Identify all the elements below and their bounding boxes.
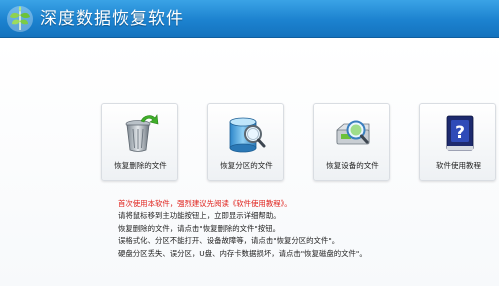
recover-deleted-files-button[interactable]: 恢复删除的文件 bbox=[101, 103, 178, 181]
app-logo-icon bbox=[7, 6, 33, 32]
tile-label: 恢复设备的文件 bbox=[326, 161, 379, 170]
help-tips: 首次使用本软件，强烈建议先阅读《软件使用教程》。 请将鼠标移到主功能按钮上，立即… bbox=[118, 198, 478, 260]
tip-line: 误格式化、分区不能打开、设备故障等，请点击"恢复分区的文件"。 bbox=[118, 236, 340, 246]
tile-label: 软件使用教程 bbox=[436, 161, 481, 170]
recover-partition-files-button[interactable]: 恢复分区的文件 bbox=[207, 103, 284, 181]
recover-device-files-button[interactable]: 恢复设备的文件 bbox=[313, 103, 390, 181]
help-book-icon: ? bbox=[446, 115, 474, 151]
title-bar: 深度数据恢复软件 bbox=[0, 0, 499, 38]
tip-line: 请将鼠标移到主功能按钮上，立即显示详细帮助。 bbox=[118, 211, 281, 221]
disk-partition-magnifier-icon bbox=[229, 117, 266, 153]
tip-line-warning: 首次使用本软件，强烈建议先阅读《软件使用教程》。 bbox=[118, 199, 292, 208]
main-panel: 恢复删除的文件 恢复分区的文件 恢复设备的文件 ? 软件使用教程 首次使用本软件… bbox=[0, 39, 499, 286]
tile-label: 恢复删除的文件 bbox=[114, 161, 167, 170]
svg-text:?: ? bbox=[455, 123, 465, 143]
recycle-bin-restore-icon bbox=[125, 114, 159, 152]
software-tutorial-button[interactable]: ? 软件使用教程 bbox=[419, 103, 496, 181]
device-magnifier-icon bbox=[336, 120, 370, 145]
tip-line: 硬盘分区丢失、误分区，U盘、内存卡数据损坏，请点击"恢复磁盘的文件"。 bbox=[118, 248, 367, 258]
app-title: 深度数据恢复软件 bbox=[40, 9, 184, 29]
tile-label: 恢复分区的文件 bbox=[220, 161, 273, 170]
tip-line: 恢复删除的文件，请点击"恢复删除的文件"按钮。 bbox=[118, 223, 281, 233]
